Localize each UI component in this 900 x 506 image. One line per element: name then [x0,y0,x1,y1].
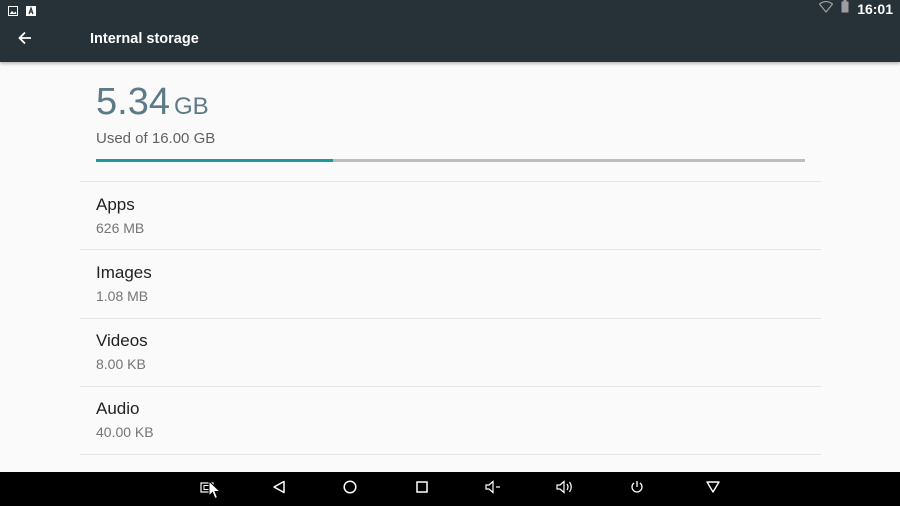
volume-up-icon [556,479,574,499]
volume-down-button[interactable] [481,478,505,500]
volume-down-icon [485,479,501,499]
category-title: Images [96,263,152,282]
nav-back-button[interactable] [267,478,291,500]
navigation-bar [0,472,900,506]
category-size: 8.00 KB [96,356,146,372]
back-icon [272,480,286,499]
volume-up-button[interactable] [553,478,577,500]
nav-home-button[interactable] [338,478,362,500]
category-row-images[interactable]: Images 1.08 MB [80,250,821,318]
recents-icon [416,480,428,498]
mouse-pointer-icon [208,479,222,505]
power-icon [630,480,644,499]
page-title: Internal storage [90,31,199,47]
category-size: 40.00 KB [96,424,154,440]
category-title: Videos [96,331,148,350]
category-row-apps[interactable]: Apps 626 MB [80,182,821,250]
divider [80,454,821,455]
arrow-back-icon [18,31,32,50]
category-row-videos[interactable]: Videos 8.00 KB [80,318,821,386]
status-clock: 16:01 [857,1,893,17]
storage-progress-fill [96,159,333,162]
app-toolbar: Internal storage [0,18,900,62]
power-button[interactable] [625,478,649,500]
storage-content: 5.34 GB Used of 16.00 GB Apps 626 MB Imag… [0,62,900,472]
nav-recents-button[interactable] [410,478,434,500]
category-title: Apps [96,195,135,214]
status-bar: 16:01 [0,0,900,18]
wifi-icon [818,0,834,18]
category-row-audio[interactable]: Audio 40.00 KB [80,386,821,454]
back-button[interactable] [12,28,38,52]
used-unit: GB [173,93,209,120]
used-of-text: Used of 16.00 GB [96,130,216,147]
category-title: Audio [96,399,140,418]
hide-bar-button[interactable] [701,478,725,500]
category-size: 626 MB [96,220,145,236]
hide-bar-icon [706,480,720,498]
used-value: 5.34 [96,81,170,123]
storage-summary: 5.34 GB Used of 16.00 GB [96,81,215,147]
category-size: 1.08 MB [96,288,149,304]
battery-icon [841,0,849,18]
home-icon [343,479,357,499]
storage-progress-bar [96,159,805,162]
